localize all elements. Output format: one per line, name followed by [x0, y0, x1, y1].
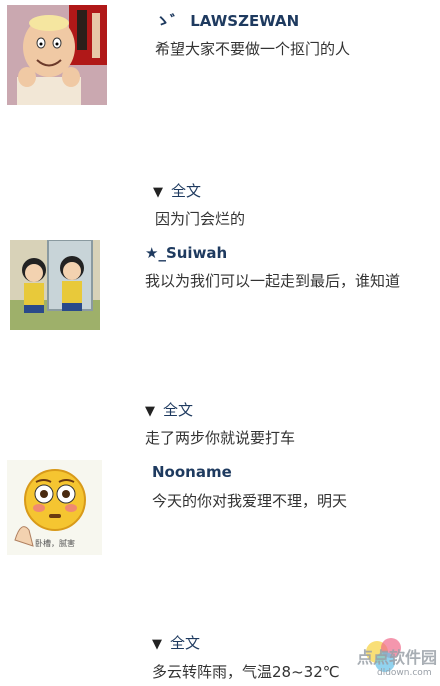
expand-full-text-button[interactable]: ▼ 全文: [145, 399, 193, 420]
reply-text: 走了两步你就说要打车: [145, 429, 296, 447]
reply-text: 因为门会烂的: [155, 210, 246, 228]
expand-full-text-button[interactable]: ▼ 全文: [152, 632, 200, 653]
avatar-caption: 卧槽，腻害: [35, 539, 75, 548]
avatar-suiwah[interactable]: [10, 240, 100, 330]
username[interactable]: Nooname: [152, 463, 232, 481]
expand-label: 全文: [170, 634, 201, 652]
triangle-down-icon: ▼: [153, 185, 163, 200]
post-message: 我以为我们可以一起走到最后，谁知道: [145, 272, 401, 290]
expand-label: 全文: [171, 182, 202, 200]
avatar-lawszewan[interactable]: [7, 5, 107, 105]
avatar-nooname[interactable]: 卧槽，腻害: [7, 460, 102, 555]
username[interactable]: ★_Suiwah: [145, 244, 227, 262]
post-message: 希望大家不要做一个抠门的人: [155, 40, 351, 58]
username[interactable]: ゝ゛ LAWSZEWAN: [155, 10, 299, 31]
triangle-down-icon: ▼: [152, 637, 162, 652]
expand-label: 全文: [163, 401, 194, 419]
post-message: 今天的你对我爱理不理，明天: [152, 492, 348, 510]
reply-text: 多云转阵雨，气温28~32℃: [152, 663, 340, 681]
watermark-title: 点点软件园: [357, 648, 438, 667]
expand-full-text-button[interactable]: ▼ 全文: [153, 180, 201, 201]
watermark-url: dldown.com: [377, 668, 432, 678]
triangle-down-icon: ▼: [145, 404, 155, 419]
watermark-logo: 点点软件园 dldown.com: [355, 630, 440, 686]
